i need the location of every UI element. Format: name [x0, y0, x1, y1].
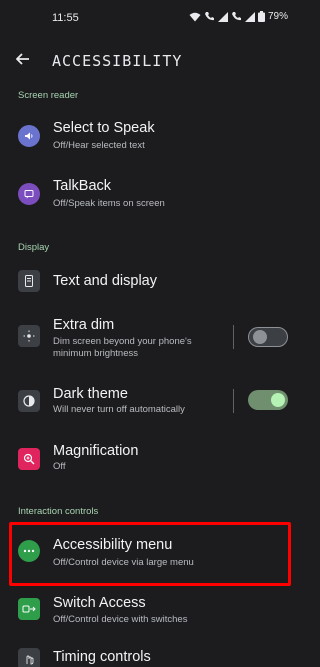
- dark-theme-icon: [18, 390, 40, 412]
- section-header-screen-reader: Screen reader: [18, 90, 79, 101]
- text-and-display-icon: [18, 270, 40, 292]
- switch-access-icon: [18, 598, 40, 620]
- back-arrow-icon: [16, 53, 29, 65]
- extra-dim-toggle[interactable]: [248, 327, 288, 347]
- magnification-icon: [18, 448, 40, 470]
- setting-title: Dark theme: [53, 386, 128, 402]
- highlight-box: [9, 522, 291, 586]
- status-bar: 11:55 79%: [0, 0, 300, 36]
- battery-percent: 79%: [267, 11, 288, 22]
- battery-icon: [257, 11, 265, 22]
- setting-title: Extra dim: [53, 317, 115, 333]
- status-time: 11:55: [52, 12, 79, 24]
- setting-subtitle-line1: Dim screen beyond your phone's: [53, 336, 192, 347]
- setting-title: TalkBack: [53, 178, 112, 194]
- setting-timing-controls[interactable]: Timing controls: [0, 644, 300, 667]
- status-icons: 79%: [189, 11, 288, 22]
- talkback-icon: [18, 183, 40, 205]
- dark-theme-toggle[interactable]: [248, 390, 288, 410]
- wifi-calling-icon-2: [231, 12, 241, 21]
- setting-subtitle: Off/Speak items on screen: [53, 198, 165, 209]
- signal-icon: [217, 11, 228, 22]
- divider: [233, 389, 234, 413]
- setting-title: Timing controls: [53, 649, 151, 665]
- back-button[interactable]: [12, 48, 34, 70]
- toggle-knob: [253, 329, 267, 344]
- setting-text-and-display[interactable]: Text and display: [0, 260, 300, 304]
- extra-dim-icon: [18, 325, 40, 347]
- setting-select-to-speak[interactable]: Select to Speak Off/Hear selected text: [0, 110, 300, 162]
- setting-subtitle-line2: minimum brightness: [53, 348, 138, 359]
- setting-dark-theme[interactable]: Dark theme Will never turn off automatic…: [0, 380, 300, 424]
- select-to-speak-icon: [18, 125, 40, 147]
- wifi-calling-icon: [204, 12, 214, 21]
- setting-extra-dim[interactable]: Extra dim Dim screen beyond your phone's…: [0, 310, 300, 366]
- section-header-interaction-controls: Interaction controls: [18, 506, 99, 517]
- setting-subtitle: Will never turn off automatically: [53, 404, 185, 415]
- setting-title: Switch Access: [53, 595, 146, 611]
- page-title: ACCESSIBILITY: [52, 52, 183, 70]
- setting-title: Text and display: [53, 273, 157, 289]
- section-header-display: Display: [18, 242, 50, 253]
- setting-title: Magnification: [53, 443, 139, 459]
- setting-magnification[interactable]: Magnification Off: [0, 438, 300, 482]
- divider: [233, 325, 234, 349]
- setting-subtitle: Off/Control device with switches: [53, 614, 188, 625]
- setting-switch-access[interactable]: Switch Access Off/Control device with sw…: [0, 590, 300, 634]
- wifi-icon: [189, 12, 201, 21]
- setting-title: Select to Speak: [53, 120, 155, 136]
- setting-subtitle: Off/Hear selected text: [53, 140, 145, 151]
- setting-talkback[interactable]: TalkBack Off/Speak items on screen: [0, 168, 300, 220]
- app-bar: ACCESSIBILITY: [0, 40, 300, 80]
- setting-subtitle: Off: [53, 461, 66, 472]
- signal-icon-2: [244, 11, 255, 22]
- hand-icon: [18, 648, 40, 667]
- toggle-knob: [271, 393, 285, 407]
